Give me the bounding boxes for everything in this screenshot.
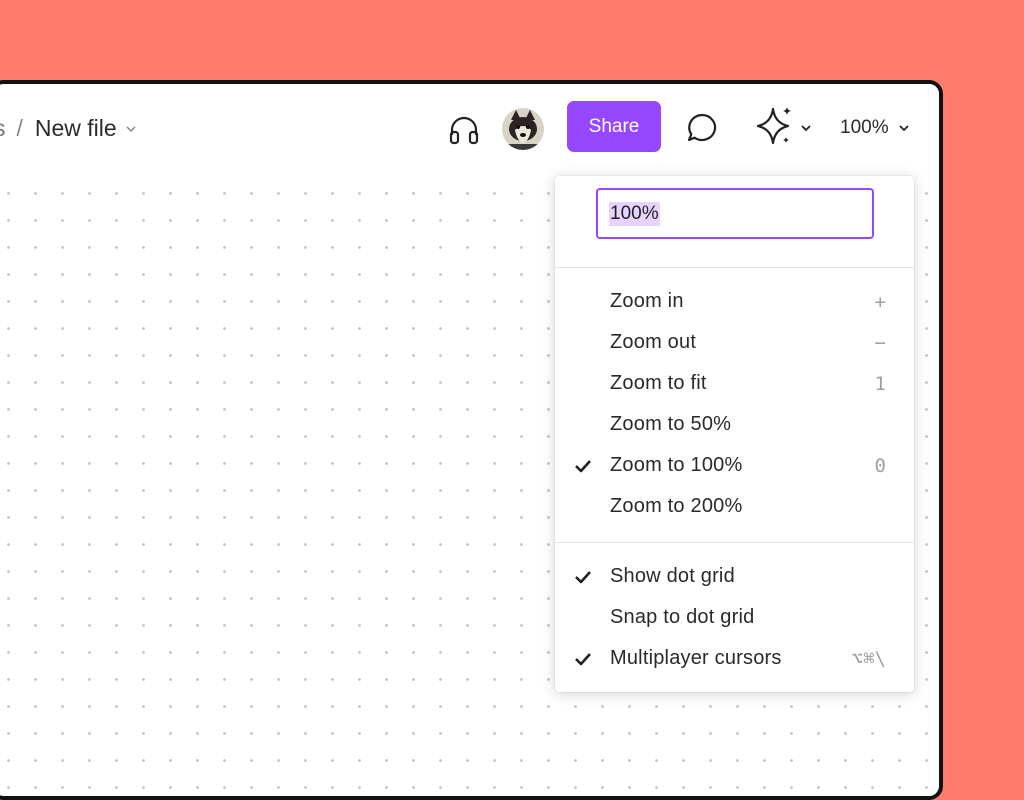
chevron-down-icon <box>800 122 812 134</box>
menu-item-zoom-to-fit[interactable]: Zoom to fit 1 <box>555 363 914 404</box>
menu-item-label: Multiplayer cursors <box>610 647 782 669</box>
menu-item-snap-to-dot-grid[interactable]: Snap to dot grid <box>555 597 914 638</box>
checkmark-icon <box>572 652 594 666</box>
keyboard-shortcut: 0 <box>874 454 886 477</box>
menu-divider <box>555 542 914 543</box>
menu-item-multiplayer-cursors[interactable]: Multiplayer cursors ⌥⌘\ <box>555 638 914 679</box>
menu-item-zoom-in[interactable]: Zoom in + <box>555 281 914 322</box>
menu-item-label: Snap to dot grid <box>610 606 755 628</box>
keyboard-shortcut: − <box>874 331 886 354</box>
menu-item-label: Zoom to fit <box>610 372 707 394</box>
comment-icon[interactable] <box>684 110 720 146</box>
menu-item-label: Zoom to 50% <box>610 413 732 435</box>
top-toolbar: s / New file <box>0 84 939 176</box>
zoom-input-value[interactable]: 100% <box>609 201 660 226</box>
checkmark-icon <box>572 459 594 473</box>
menu-item-label: Zoom in <box>610 290 684 312</box>
menu-item-zoom-to-100-percent[interactable]: Zoom to 100% 0 <box>555 445 914 486</box>
menu-divider <box>555 267 914 268</box>
keyboard-shortcut: 1 <box>874 372 886 395</box>
keyboard-shortcut: + <box>874 290 886 313</box>
keyboard-shortcut: ⌥⌘\ <box>851 647 886 670</box>
chevron-down-icon[interactable] <box>125 123 137 135</box>
file-name[interactable]: New file <box>35 115 117 142</box>
zoom-level-label: 100% <box>840 117 889 138</box>
menu-item-zoom-to-200-percent[interactable]: Zoom to 200% <box>555 486 914 527</box>
breadcrumb-previous[interactable]: s <box>0 115 6 142</box>
ai-assistant-button[interactable] <box>754 104 814 152</box>
sparkle-icon <box>756 105 794 152</box>
checkmark-icon <box>572 570 594 584</box>
menu-item-zoom-out[interactable]: Zoom out − <box>555 322 914 363</box>
zoom-level-button[interactable]: 100% <box>840 117 910 139</box>
menu-item-show-dot-grid[interactable]: Show dot grid <box>555 556 914 597</box>
headphones-icon[interactable] <box>446 112 482 148</box>
zoom-input[interactable]: 100% <box>596 188 874 239</box>
breadcrumb-separator: / <box>16 115 23 141</box>
breadcrumb: s / New file <box>0 115 137 142</box>
share-button[interactable]: Share <box>567 101 661 152</box>
menu-item-label: Zoom to 200% <box>610 495 743 517</box>
avatar[interactable] <box>502 108 544 150</box>
menu-item-zoom-to-50-percent[interactable]: Zoom to 50% <box>555 404 914 445</box>
menu-item-label: Zoom to 100% <box>610 454 743 476</box>
menu-item-label: Show dot grid <box>610 565 735 587</box>
menu-item-label: Zoom out <box>610 331 697 353</box>
zoom-menu: 100% Zoom in + Zoom out − Zoom to fit 1 Zoom t… <box>555 176 914 692</box>
chevron-down-icon <box>898 122 910 134</box>
